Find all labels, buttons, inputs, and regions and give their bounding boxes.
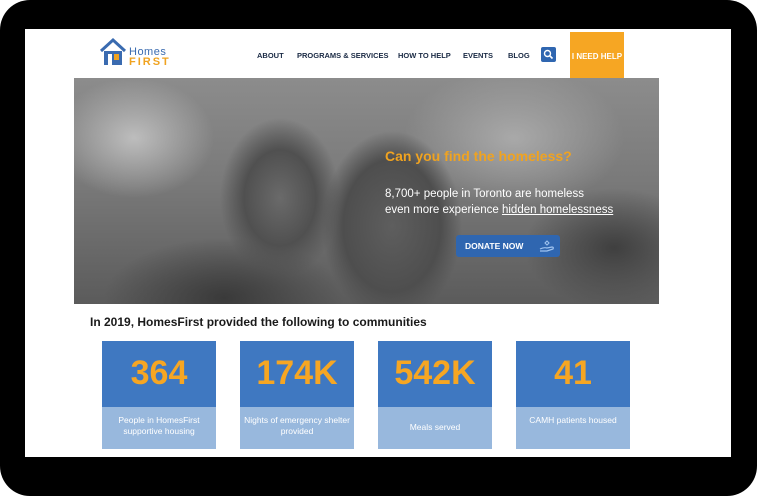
stat-value: 174K [256, 354, 338, 392]
stat-label: Nights of emergency shelter provided [244, 415, 350, 436]
stat-value: 41 [554, 354, 592, 392]
hero-line-2-prefix: even more experience [385, 204, 502, 216]
hero-banner: Can you find the homeless? 8,700+ people… [74, 78, 659, 304]
search-icon [543, 49, 554, 60]
stat-card: 542K Meals served [378, 341, 492, 449]
stat-label-box: CAMH patients housed [516, 407, 630, 449]
hidden-homelessness-link[interactable]: hidden homelessness [502, 204, 613, 216]
stat-card: 364 People in HomesFirst supportive hous… [102, 341, 216, 449]
stat-card: 41 CAMH patients housed [516, 341, 630, 449]
nav-how-to-help[interactable]: HOW TO HELP [398, 51, 451, 60]
donate-now-label: DONATE NOW [465, 241, 524, 251]
stat-card: 174K Nights of emergency shelter provide… [240, 341, 354, 449]
stat-value: 542K [394, 354, 476, 392]
stat-value-box: 542K [378, 341, 492, 407]
nav-events[interactable]: EVENTS [463, 51, 493, 60]
hero-question: Can you find the homeless? [385, 148, 572, 164]
nav-about[interactable]: ABOUT [257, 51, 284, 60]
nav-programs-services[interactable]: PROGRAMS & SERVICES [297, 51, 389, 60]
hero-line-2: even more experience hidden homelessness [385, 204, 613, 216]
stat-value-box: 364 [102, 341, 216, 407]
logo-first-text: FIRST [129, 56, 171, 68]
donate-now-button[interactable]: DONATE NOW [456, 235, 560, 257]
stat-label: Meals served [409, 422, 461, 432]
browser-viewport: Homes FIRST ABOUT PROGRAMS & SERVICES HO… [25, 29, 731, 457]
search-button[interactable] [541, 47, 556, 62]
nav-blog[interactable]: BLOG [508, 51, 530, 60]
stat-label-box: Nights of emergency shelter provided [240, 407, 354, 449]
house-logo-icon [99, 37, 127, 65]
homesfirst-logo[interactable]: Homes FIRST [99, 37, 171, 71]
stat-value-box: 174K [240, 341, 354, 407]
giving-hand-icon [539, 240, 554, 252]
i-need-help-label: I NEED HELP [571, 52, 623, 61]
stat-value: 364 [130, 354, 188, 392]
stat-value-box: 41 [516, 341, 630, 407]
stat-label: People in HomesFirst supportive housing [118, 415, 200, 436]
stat-label-box: Meals served [378, 407, 492, 449]
stats-heading: In 2019, HomesFirst provided the followi… [90, 315, 427, 329]
stat-label: CAMH patients housed [529, 415, 617, 425]
hero-line-1: 8,700+ people in Toronto are homeless [385, 188, 584, 200]
stat-label-box: People in HomesFirst supportive housing [102, 407, 216, 449]
device-frame: Homes FIRST ABOUT PROGRAMS & SERVICES HO… [0, 0, 757, 496]
